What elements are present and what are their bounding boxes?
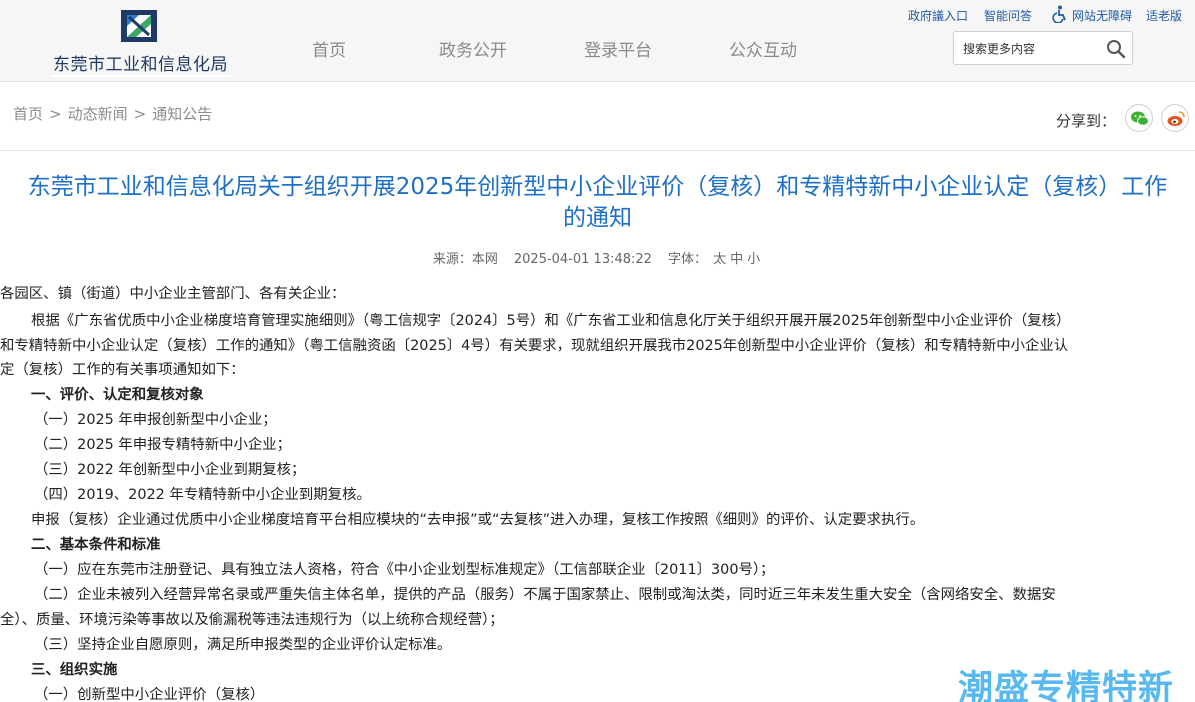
share-wechat-button[interactable] (1125, 104, 1153, 132)
search-input[interactable] (963, 40, 1103, 58)
nav-login-platform[interactable]: 登录平台 (584, 36, 652, 61)
list-item: （一）应在东莞市注册登记、具有独立法人资格，符合《中小企业划型标准规定》（工信部… (34, 562, 775, 578)
article-title-line: 的通知 (563, 205, 632, 231)
smart-qa-link[interactable]: 智能问答 (984, 7, 1032, 24)
publish-datetime: 2025-04-01 13:48:22 (513, 252, 652, 267)
list-item: （三）2022 年创新型中小企业到期复核； (34, 462, 306, 478)
nav-gov-affairs[interactable]: 政务公开 (439, 36, 507, 61)
site-header: 东莞市工业和信息化局 首页 政务公开 登录平台 公众互动 政府議入口 智能问答 … (0, 0, 1195, 82)
paragraph-line: 全）、质量、环境污染等事故以及偷漏税等违法违规行为（以上统称合规经营）； (0, 612, 504, 628)
list-item: （四）2019、2022 年专精特新中小企业到期复核。 (34, 487, 371, 503)
breadcrumb-bar: 首页 > 动态新闻 > 通知公告 分享到： (0, 83, 1195, 151)
paragraph-line: 根据《广东省优质中小企业梯度培育管理实施细则》（粤工信规字〔2024〕5号）和《… (31, 313, 1071, 329)
font-size-small-button[interactable]: 小 (747, 252, 760, 267)
article-title: 东莞市工业和信息化局关于组织开展2025年创新型中小企业评价（复核）和专精特新中… (0, 172, 1195, 234)
font-size-medium-button[interactable]: 中 (730, 252, 743, 267)
breadcrumb-separator: > (133, 105, 147, 123)
list-item: （一）2025 年申报创新型中小企业； (34, 412, 277, 428)
share-label: 分享到： (1056, 112, 1117, 130)
breadcrumb: 首页 > 动态新闻 > 通知公告 (13, 103, 216, 124)
wechat-icon (1131, 111, 1149, 126)
list-item: （二）2025 年申报专精特新中小企业； (34, 437, 292, 453)
breadcrumb-news[interactable]: 动态新闻 (68, 105, 128, 123)
mailbox-link[interactable]: 政府議入口 (908, 7, 968, 24)
article-meta: 来源：本网 2025-04-01 13:48:22 字体： 太中小 (0, 248, 1195, 267)
article-title-line: 东莞市工业和信息化局关于组织开展2025年创新型中小企业评价（复核）和专精特新中… (27, 174, 1168, 200)
section-heading: 一、评价、认定和复核对象 (31, 387, 204, 403)
section-heading: 三、组织实施 (31, 662, 118, 678)
watermark: 潮盛专精特新 (958, 669, 1175, 702)
list-item: （三）坚持企业自愿原则，满足所申报类型的企业评价认定标准。 (34, 637, 452, 653)
source-label: 来源： (432, 252, 472, 267)
paragraph-line: 和专精特新中小企业认定（复核）工作的通知》（粤工信融资函〔2025〕4号）有关要… (0, 338, 1069, 354)
elderly-version-link[interactable]: 适老版 (1146, 7, 1182, 24)
breadcrumb-separator: > (49, 105, 62, 123)
logo-divider (51, 75, 231, 77)
list-item: （一）创新型中小企业评价（复核） (34, 687, 265, 702)
section-heading: 二、基本条件和标准 (31, 537, 161, 553)
paragraph-line: 各园区、镇（街道）中小企业主管部门、各有关企业： (0, 286, 346, 302)
breadcrumb-notice[interactable]: 通知公告 (152, 105, 212, 123)
share-weibo-button[interactable] (1161, 104, 1189, 132)
paragraph-line: 申报（复核）企业通过优质中小企业梯度培育平台相应模块的“去申报”或“去复核”进入… (31, 512, 925, 528)
font-size-large-button[interactable]: 太 (713, 252, 726, 267)
accessibility-icon[interactable] (1052, 5, 1068, 23)
top-links: 政府議入口 智能问答 网站无障碍 适老版 (0, 5, 1195, 25)
nav-home[interactable]: 首页 (312, 36, 346, 61)
weibo-icon (1167, 111, 1185, 126)
nav-public-interaction[interactable]: 公众互动 (729, 36, 797, 61)
accessible-link[interactable]: 网站无障碍 (1072, 7, 1132, 24)
search-icon[interactable] (1106, 39, 1126, 59)
list-item: （二）企业未被列入经营异常名录或严重失信主体名单，提供的产品（服务）不属于国家禁… (34, 587, 1056, 603)
search-box (953, 31, 1133, 65)
site-name: 东莞市工业和信息化局 (53, 55, 228, 75)
font-size-label: 字体： (667, 252, 707, 267)
breadcrumb-home[interactable]: 首页 (13, 105, 43, 123)
source-value: 本网 (471, 252, 498, 267)
paragraph-line: 定（复核）工作的有关事项通知如下： (0, 362, 245, 378)
